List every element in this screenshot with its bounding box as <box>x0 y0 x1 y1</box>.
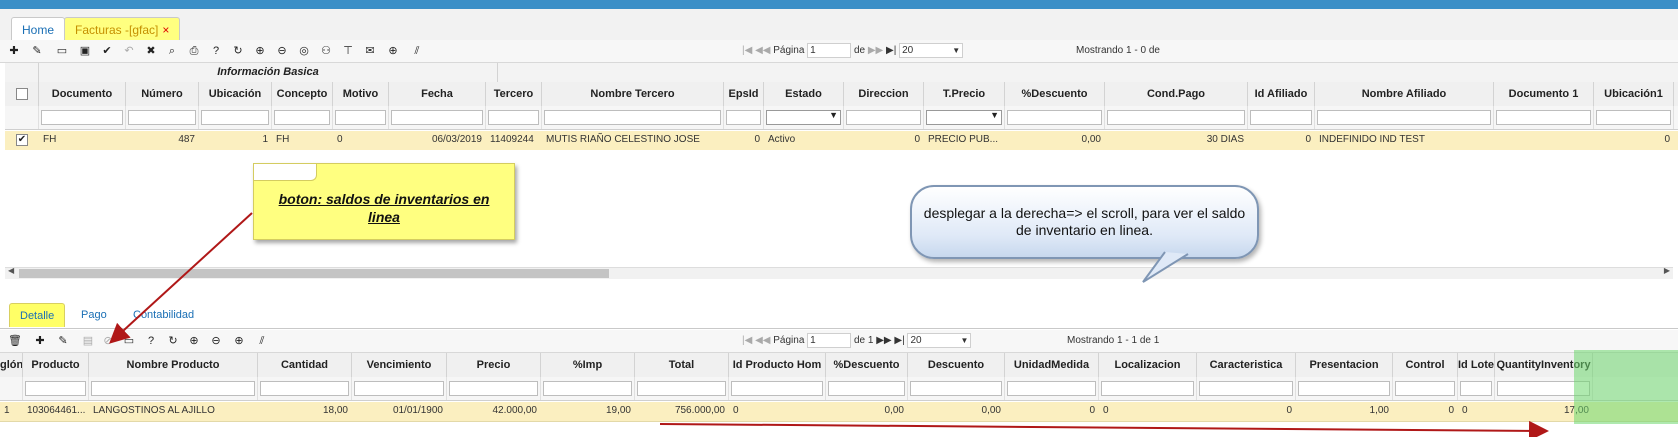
annotation-arrows <box>109 212 1549 437</box>
bubble-tail <box>1142 251 1189 283</box>
note-arrow <box>109 212 253 344</box>
scroll-direction-arrow <box>659 420 1549 437</box>
